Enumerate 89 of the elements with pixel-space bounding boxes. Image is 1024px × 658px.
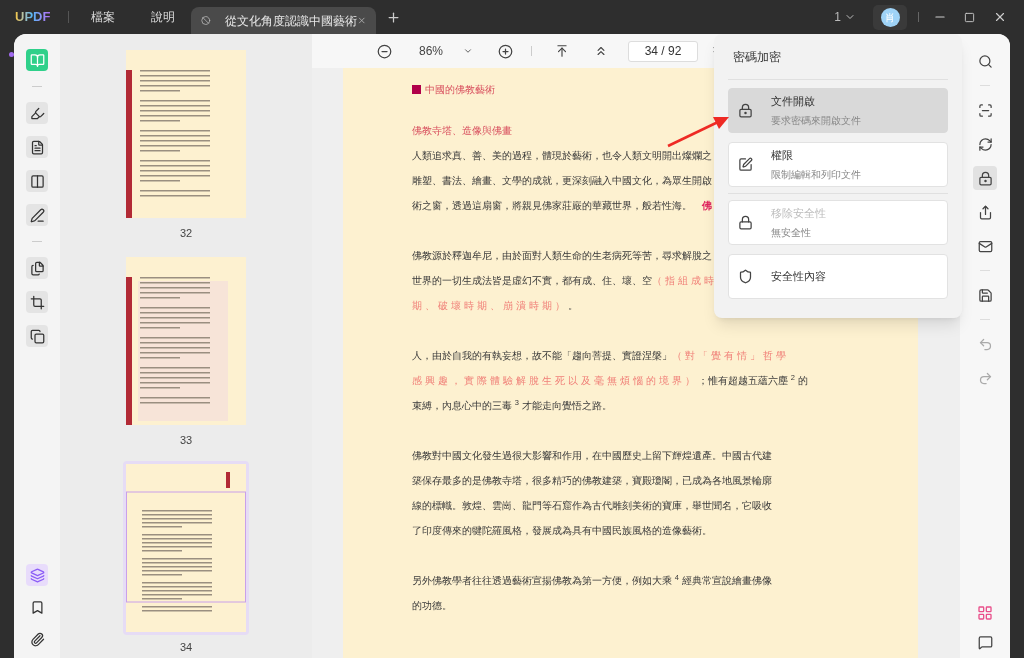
- search-icon: [977, 53, 993, 69]
- tab-title: 從文化角度認識中國藝術: [224, 12, 357, 30]
- columns-icon: [29, 173, 45, 189]
- undo-icon: [977, 336, 993, 352]
- page-thumbnail[interactable]: [123, 47, 249, 221]
- text-line: 佛教對中國文化發生過很大影響和作用，在中國歷史上留下輝煌遺產。中國古代建: [412, 449, 772, 463]
- page-thumbnail[interactable]: [123, 461, 249, 635]
- redo-icon: [977, 370, 993, 386]
- highlighter-icon: [29, 105, 45, 121]
- document-icon: [29, 139, 45, 155]
- page-number: 32: [179, 226, 193, 241]
- section-title: 中國的佛教藝術: [425, 82, 495, 97]
- share-icon: [977, 204, 993, 220]
- text-line: （對「覺有情」哲學: [672, 349, 789, 363]
- zoom-in-icon[interactable]: [498, 43, 514, 59]
- tab-icon: [201, 14, 211, 27]
- zoom-out-icon[interactable]: [377, 43, 392, 59]
- new-tab-icon[interactable]: [386, 9, 402, 25]
- text-line: 世界的一切生成法皆是虛幻不實，都有成、住、壞、空: [412, 274, 652, 288]
- tool-button[interactable]: [26, 291, 48, 313]
- tool-button[interactable]: [26, 204, 48, 226]
- menu-item[interactable]: 檔案: [91, 8, 116, 26]
- text-line: 的功德。: [412, 599, 452, 613]
- menu-option[interactable]: 權限 限制編輯和列印文件: [728, 142, 948, 187]
- bookmark-icon: [29, 599, 45, 615]
- mail-icon: [977, 238, 993, 254]
- scan-icon: [977, 102, 993, 118]
- lock-icon: [738, 215, 753, 230]
- option-description: 限制編輯和列印文件: [771, 167, 861, 182]
- menu-title: 密碼加密: [733, 49, 782, 66]
- edit-icon: [738, 157, 753, 172]
- margin-note: 佛: [702, 199, 712, 213]
- text-line: 線的標幟。敦煌、雲崗、龍門等石窟作為古代雕刻美術的寶庫，舉世聞名，它吸收: [412, 499, 772, 513]
- option-description: 要求密碼來開啟文件: [771, 113, 861, 128]
- tool-button[interactable]: [26, 102, 48, 124]
- menu-option[interactable]: 安全性內容: [728, 254, 948, 299]
- option-description: 無安全性: [771, 225, 812, 240]
- pen-icon: [29, 207, 45, 223]
- zoom-dropdown[interactable]: 86%: [419, 42, 474, 60]
- shield-icon: [738, 269, 753, 284]
- text-line: 人，由於自我的有執妄想，故不能「趨向菩提、實證涅槃」: [412, 349, 672, 363]
- lock-icon: [977, 170, 993, 186]
- tool-button[interactable]: [26, 257, 48, 279]
- text-line: 雕塑、書法、繪畫、文學的成就，更深刻融入中國文化，為眾生開啟: [412, 174, 712, 188]
- copy-icon: [29, 328, 45, 344]
- menu-item[interactable]: 說明: [151, 8, 176, 26]
- option-title: 權限: [771, 148, 794, 164]
- page-number: 33: [179, 433, 193, 448]
- tool-button[interactable]: [26, 325, 48, 347]
- tool-button[interactable]: [26, 170, 48, 192]
- text-line: 了印度傳來的犍陀羅風格，發展成為具有中國民族風格的造像藝術。: [412, 524, 712, 538]
- book-icon: [29, 52, 45, 68]
- layers-icon: [29, 567, 45, 583]
- text-line: 佛教源於釋迦牟尼，由於面對人類生命的生老病死等苦，尋求解脫之: [412, 249, 712, 263]
- crop-icon: [29, 294, 45, 310]
- text-line: 感興趣，實際體驗解脫生死以及毫無煩惱的境界）: [412, 374, 698, 388]
- option-title: 文件開啟: [771, 94, 816, 110]
- section-marker: [412, 84, 421, 94]
- maximize-icon[interactable]: [964, 11, 975, 23]
- paperclip-icon: [29, 631, 45, 647]
- lock-icon: [738, 103, 753, 118]
- comment-icon[interactable]: [977, 635, 993, 650]
- text-line: 術之窗，透過這扇窗，將親見佛家莊嚴的華藏世界，般若性海。: [412, 199, 692, 213]
- text-line: （指組成時: [652, 274, 717, 288]
- text-line: 人類追求真、善、美的過程，體現於藝術，也令人類文明開出燦爛之: [412, 149, 712, 163]
- pages-icon: [29, 260, 45, 276]
- caret-icon: [463, 46, 474, 56]
- close-icon[interactable]: [993, 10, 1007, 24]
- arrow: [666, 115, 730, 148]
- text-line: 。: [568, 299, 578, 313]
- text-line: 另外佛教學者往往透過藝術宣揚佛教為第一方便，例如大乘 $^{4}$ 經典常宣說繪畫佛像: [412, 573, 772, 588]
- save-icon: [977, 287, 993, 303]
- refresh-icon: [977, 136, 993, 152]
- text-line: 期、破壞時期、崩潰時期）: [412, 299, 568, 313]
- page-field[interactable]: 34 / 92: [628, 40, 699, 62]
- tool-button[interactable]: [973, 166, 997, 190]
- apps-icon[interactable]: [977, 605, 993, 621]
- tool-button[interactable]: [26, 136, 48, 158]
- document-tab[interactable]: 從文化角度認識中國藝術: [191, 7, 377, 34]
- text-line: 築保存最多的是佛教寺塔，很多精巧的佛教建築，寶殿瓊閣，已成為各地風景輪廓: [412, 474, 772, 488]
- menu-option[interactable]: 文件開啟 要求密碼來開啟文件: [728, 88, 948, 133]
- option-title: 安全性內容: [771, 269, 826, 285]
- paragraph-heading: 佛教寺塔、造像與佛畫: [412, 124, 512, 138]
- text-line: 束縛，內息心中的三毒 $^{3}$ 才能走向覺悟之路。: [412, 398, 612, 413]
- page-number: 34: [179, 640, 193, 655]
- first-page-icon[interactable]: [555, 44, 570, 58]
- page-count-dropdown[interactable]: 1: [834, 8, 856, 26]
- text-line: ；惟有超越五蘊六塵 $^{2}$ 的: [698, 373, 808, 388]
- page-thumbnail[interactable]: [123, 254, 249, 428]
